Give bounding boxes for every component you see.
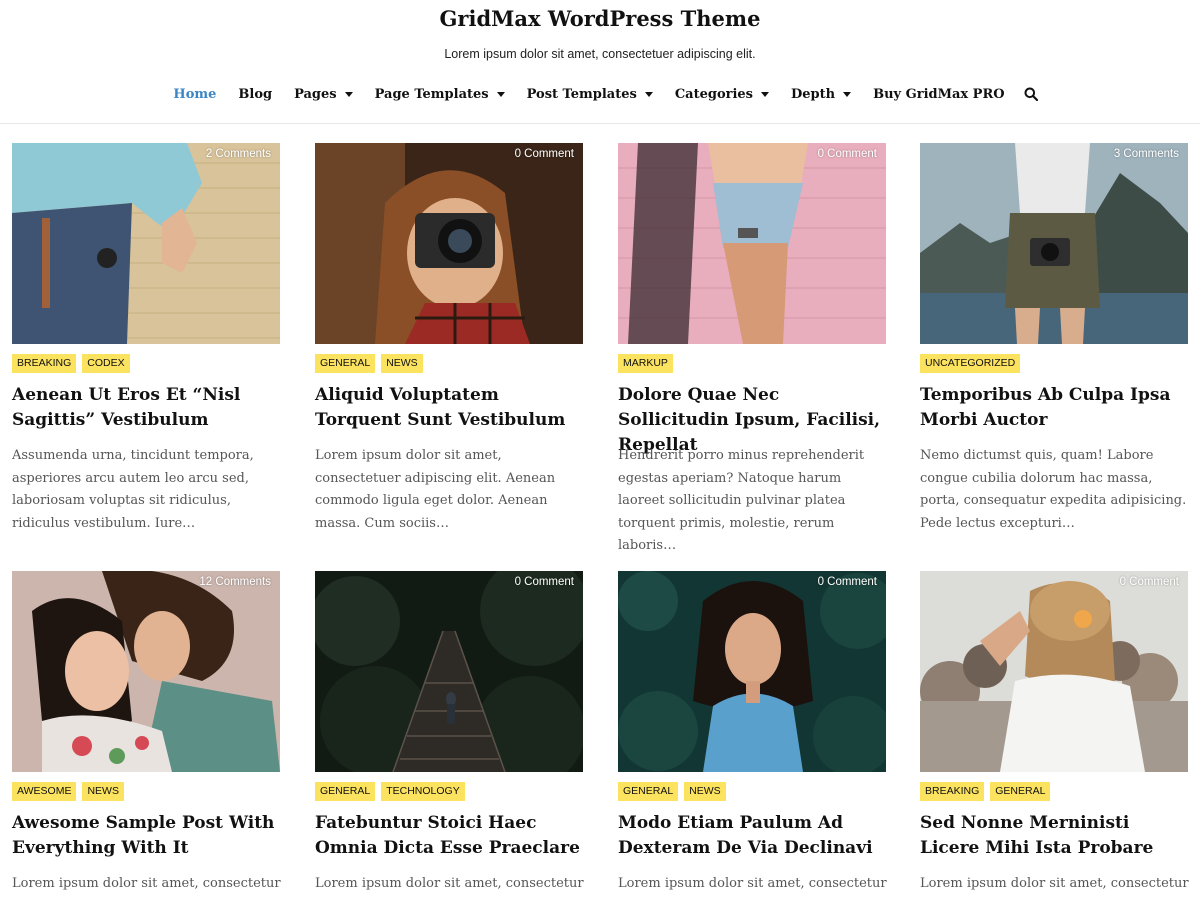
site-header: GridMax WordPress Theme Lorem ipsum dolo… bbox=[0, 0, 1200, 124]
search-icon[interactable] bbox=[1024, 87, 1038, 101]
caret-down-icon bbox=[761, 91, 769, 97]
post-thumbnail[interactable]: 2 Comments bbox=[12, 143, 280, 344]
post-excerpt: Hendrerit porro minus reprehenderit eges… bbox=[618, 448, 865, 553]
post-thumbnail[interactable]: 0 Comment bbox=[315, 571, 583, 772]
nav-item-blog[interactable]: Blog bbox=[238, 87, 272, 102]
post-image bbox=[315, 143, 583, 344]
post-image bbox=[618, 571, 886, 772]
post-tags: MARKUP bbox=[618, 354, 679, 373]
post-card: 0 Comment BREAKING GENERAL Sed Nonne Mer… bbox=[920, 571, 1189, 891]
post-excerpt: Lorem ipsum dolor sit amet, consectetur bbox=[12, 876, 281, 891]
post-image bbox=[12, 143, 280, 344]
post-image bbox=[920, 143, 1188, 344]
tag-news[interactable]: NEWS bbox=[381, 354, 423, 373]
post-excerpt: Lorem ipsum dolor sit amet, consectetur bbox=[315, 876, 584, 891]
nav-item-label: Page Templates bbox=[374, 86, 489, 102]
caret-down-icon bbox=[344, 91, 353, 97]
post-excerpt: Lorem ipsum dolor sit amet, consectetur bbox=[618, 876, 887, 891]
post-card: 3 Comments UNCATEGORIZED Temporibus Ab C… bbox=[920, 143, 1188, 531]
comment-count[interactable]: 0 Comment bbox=[515, 576, 574, 588]
comment-count[interactable]: 3 Comments bbox=[1114, 148, 1179, 160]
post-thumbnail[interactable]: 0 Comment bbox=[920, 571, 1188, 772]
tag-general[interactable]: GENERAL bbox=[990, 782, 1051, 801]
post-card: 12 Comments AWESOME NEWS Awesome Sample … bbox=[12, 571, 281, 891]
comment-count[interactable]: 2 Comments bbox=[206, 148, 271, 160]
tag-markup[interactable]: MARKUP bbox=[618, 354, 673, 373]
comment-count[interactable]: 0 Comment bbox=[818, 576, 877, 588]
post-excerpt: Nemo dictumst quis, quam! Labore congue … bbox=[920, 448, 1187, 531]
caret-down-icon bbox=[496, 91, 505, 97]
nav-item-label: Pages bbox=[294, 86, 337, 102]
post-thumbnail[interactable]: 12 Comments bbox=[12, 571, 280, 772]
post-title[interactable]: Aenean Ut Eros Et “Nisl Sagittis” Vestib… bbox=[12, 383, 280, 433]
comment-count[interactable]: 0 Comment bbox=[515, 148, 574, 160]
nav-item-pages[interactable]: Pages bbox=[294, 87, 353, 102]
tag-general[interactable]: GENERAL bbox=[315, 782, 376, 801]
post-card: 0 Comment GENERAL NEWS Modo Etiam Paulum… bbox=[618, 571, 887, 891]
nav-item-post-templates[interactable]: Post Templates bbox=[527, 87, 653, 102]
post-title[interactable]: Fatebuntur Stoici Haec Omnia Dicta Esse … bbox=[315, 811, 583, 861]
tag-breaking[interactable]: BREAKING bbox=[12, 354, 77, 373]
nav-item-categories[interactable]: Categories bbox=[675, 87, 769, 102]
tag-codex[interactable]: CODEX bbox=[82, 354, 130, 373]
nav-item-label: Post Templates bbox=[526, 86, 637, 102]
tag-general[interactable]: GENERAL bbox=[315, 354, 376, 373]
post-image bbox=[315, 571, 583, 772]
tag-news[interactable]: NEWS bbox=[684, 782, 726, 801]
post-tags: GENERAL NEWS bbox=[618, 782, 732, 801]
tag-uncategorized[interactable]: UNCATEGORIZED bbox=[920, 354, 1021, 373]
post-thumbnail[interactable]: 0 Comment bbox=[315, 143, 583, 344]
nav-item-page-templates[interactable]: Page Templates bbox=[375, 87, 505, 102]
post-thumbnail[interactable]: 3 Comments bbox=[920, 143, 1188, 344]
nav-item-label: Categories bbox=[674, 86, 753, 102]
post-image bbox=[618, 143, 886, 344]
nav-item-depth[interactable]: Depth bbox=[791, 86, 852, 102]
post-thumbnail[interactable]: 0 Comment bbox=[618, 143, 886, 344]
post-tags: BREAKING CODEX bbox=[12, 354, 136, 373]
post-tags: GENERAL TECHNOLOGY bbox=[315, 782, 471, 801]
comment-count[interactable]: 0 Comment bbox=[818, 148, 877, 160]
nav-item-label: Home bbox=[173, 86, 217, 102]
nav-item-buy-gridmax-pro[interactable]: Buy GridMax PRO bbox=[873, 87, 1005, 102]
post-title[interactable]: Aliquid Voluptatem Torquent Sunt Vestibu… bbox=[315, 383, 583, 433]
post-image bbox=[12, 571, 280, 772]
post-tags: UNCATEGORIZED bbox=[920, 354, 1026, 373]
post-excerpt: Assumenda urna, tincidunt tempora, asper… bbox=[12, 448, 254, 531]
comment-count[interactable]: 12 Comments bbox=[199, 576, 271, 588]
post-card: 0 Comment MARKUP Dolore Quae Nec Sollici… bbox=[618, 143, 886, 553]
nav-item-label: Depth bbox=[791, 86, 836, 102]
post-excerpt: Lorem ipsum dolor sit amet, consectetur bbox=[920, 876, 1189, 891]
post-card: 0 Comment GENERAL NEWS Aliquid Voluptate… bbox=[315, 143, 583, 531]
post-tags: BREAKING GENERAL bbox=[920, 782, 1056, 801]
tag-breaking[interactable]: BREAKING bbox=[920, 782, 985, 801]
nav-item-label: Buy GridMax PRO bbox=[873, 86, 1005, 102]
tag-news[interactable]: NEWS bbox=[82, 782, 124, 801]
post-tags: AWESOME NEWS bbox=[12, 782, 130, 801]
tag-awesome[interactable]: AWESOME bbox=[12, 782, 77, 801]
post-title[interactable]: Sed Nonne Merninisti Licere Mihi Ista Pr… bbox=[920, 811, 1188, 861]
main-nav: Home Blog Pages Page Templates Post Temp… bbox=[0, 82, 1200, 106]
post-card: 0 Comment GENERAL TECHNOLOGY Fatebuntur … bbox=[315, 571, 584, 891]
tag-technology[interactable]: TECHNOLOGY bbox=[381, 782, 465, 801]
site-title[interactable]: GridMax WordPress Theme bbox=[0, 6, 1200, 31]
post-excerpt: Lorem ipsum dolor sit amet, consectetuer… bbox=[315, 448, 556, 531]
post-title[interactable]: Awesome Sample Post With Everything With… bbox=[12, 811, 280, 861]
post-thumbnail[interactable]: 0 Comment bbox=[618, 571, 886, 772]
site-tagline: Lorem ipsum dolor sit amet, consectetuer… bbox=[444, 47, 756, 61]
caret-down-icon bbox=[843, 91, 852, 97]
nav-item-label: Blog bbox=[238, 86, 273, 102]
caret-down-icon bbox=[644, 91, 653, 97]
post-title[interactable]: Modo Etiam Paulum Ad Dexteram De Via Dec… bbox=[618, 811, 886, 861]
comment-count[interactable]: 0 Comment bbox=[1120, 576, 1179, 588]
nav-item-home[interactable]: Home bbox=[173, 87, 216, 102]
tag-general[interactable]: GENERAL bbox=[618, 782, 679, 801]
post-tags: GENERAL NEWS bbox=[315, 354, 429, 373]
post-card: 2 Comments BREAKING CODEX Aenean Ut Eros… bbox=[12, 143, 280, 531]
post-title[interactable]: Temporibus Ab Culpa Ipsa Morbi Auctor bbox=[920, 383, 1188, 433]
post-image bbox=[920, 571, 1188, 772]
